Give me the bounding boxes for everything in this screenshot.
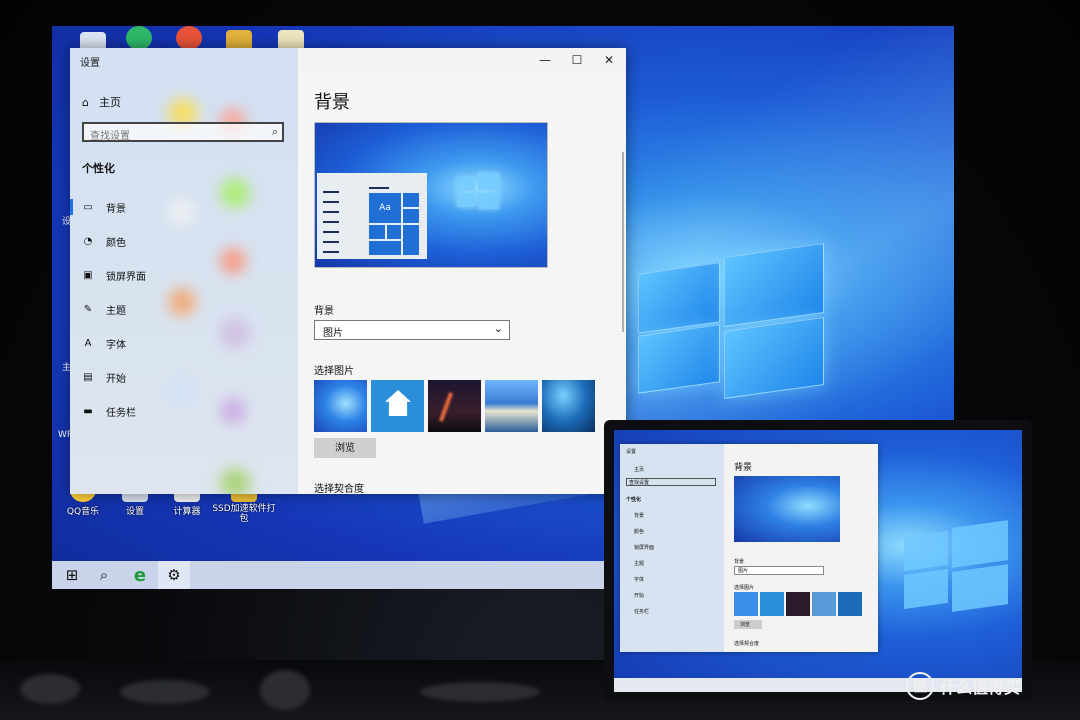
windows-logo-wallpaper (626, 226, 826, 400)
laptop-wallpaper-thumb[interactable] (838, 592, 862, 616)
window-title: 设置 (80, 58, 100, 69)
laptop-nav-item[interactable]: 锁屏界面 (634, 544, 654, 551)
sidebar-item-lock-screen[interactable]: ▣ 锁屏界面 (82, 266, 146, 284)
laptop-background-preview (734, 476, 840, 542)
background-label: 背景 (314, 306, 334, 317)
chevron-down-icon: ⌄ (493, 322, 503, 335)
watermark-logo-icon: 值 (906, 672, 934, 700)
laptop-wallpaper-thumb[interactable] (812, 592, 836, 616)
start-button[interactable]: ⊞ (56, 561, 88, 589)
sidebar-item-label: 开始 (106, 373, 126, 385)
laptop-wallpaper-thumb[interactable] (760, 592, 784, 616)
taskbar-icon: ▬ (83, 405, 93, 417)
page-title: 背景 (314, 92, 350, 113)
watermark: 值 什么值得买 (906, 672, 1020, 700)
scrollbar[interactable] (622, 152, 624, 332)
choose-picture-label: 选择图片 (314, 366, 354, 377)
laptop-wallpaper-thumb[interactable] (786, 592, 810, 616)
laptop-section-label: 个性化 (626, 497, 642, 503)
background-dropdown-value: 图片 (323, 328, 343, 339)
laptop-window-title: 设置 (626, 449, 637, 455)
close-button[interactable]: ✕ (594, 48, 624, 72)
laptop-page-title: 背景 (734, 463, 753, 473)
laptop-nav-item[interactable]: 颜色 (634, 528, 644, 535)
sidebar-item-label: 任务栏 (106, 407, 136, 419)
search-input[interactable] (84, 128, 266, 145)
internet-explorer-icon: e (133, 564, 147, 586)
home-icon: ⌂ (82, 95, 89, 109)
nav-home[interactable]: ⌂ 主页 (82, 94, 121, 110)
desktop-icon-label: QQ音乐 (66, 507, 100, 517)
laptop-nav-item[interactable]: 主题 (634, 560, 644, 567)
start-icon: ▤ (83, 371, 93, 383)
sidebar-item-themes[interactable]: ✎ 主题 (82, 300, 126, 318)
minimize-button[interactable]: — (530, 48, 560, 72)
theme-icon: ✎ (83, 303, 93, 315)
gear-icon: ⚙ (167, 566, 181, 584)
sidebar-item-label: 锁屏界面 (106, 271, 146, 283)
laptop-wallpaper-thumb[interactable] (734, 592, 758, 616)
watermark-text: 什么值得买 (940, 678, 1021, 697)
preview-tile-text: Aa (379, 203, 391, 213)
lock-screen-icon: ▣ (83, 269, 93, 281)
laptop-home-label: 主页 (634, 467, 645, 473)
sidebar-item-background[interactable]: ▭ 背景 (70, 198, 126, 216)
sidebar-item-taskbar[interactable]: ▬ 任务栏 (82, 402, 136, 420)
windows-icon: ⊞ (65, 566, 79, 584)
desktop-icon-label: 计算器 (173, 507, 201, 517)
laptop-fit-label: 选择契合度 (734, 641, 760, 647)
sidebar-item-colors[interactable]: ◔ 颜色 (82, 232, 126, 250)
windows-logo-laptop (894, 510, 1014, 620)
wallpaper-thumb-2[interactable] (371, 380, 424, 432)
sidebar-item-fonts[interactable]: A 字体 (82, 334, 126, 352)
search-settings[interactable]: ⌕ (82, 122, 284, 145)
desktop-icon-label: SSD加速软件打包 (212, 504, 276, 524)
search-icon: ⌕ (99, 566, 109, 584)
font-icon: A (84, 337, 92, 349)
background-preview: Aa (314, 122, 548, 268)
settings-main: — ☐ ✕ 背景 Aa 背景 图片 ⌄ 选择图片 浏览 选择契合度 (298, 53, 626, 494)
laptop-choose-picture-label: 选择图片 (734, 585, 755, 591)
ie-button[interactable]: e (124, 561, 156, 589)
wallpaper-thumb-4[interactable] (485, 380, 538, 432)
sidebar-item-label: 主题 (106, 305, 126, 317)
laptop-nav-item[interactable]: 开始 (634, 592, 644, 599)
preview-window: Aa (317, 173, 427, 259)
wallpaper-thumb-5[interactable] (542, 380, 595, 432)
laptop-browse-label: 浏览 (740, 622, 751, 628)
wallpaper-thumb-1[interactable] (314, 380, 367, 432)
laptop-settings-window: 设置 主页 查找设置 个性化 背景 颜色 锁屏界面 主题 字体 开始 任务栏 背… (620, 444, 878, 652)
laptop-background-value: 图片 (738, 568, 749, 574)
sidebar-item-start[interactable]: ▤ 开始 (82, 368, 126, 386)
picture-thumbnails (314, 380, 596, 432)
settings-window: 设置 ⌂ 主页 ⌕ 个性化 ▭ 背景 ◔ 颜色 ▣ 锁屏界面 ✎ 主题 A 字体… (70, 48, 626, 494)
search-button[interactable]: ⌕ (88, 561, 120, 589)
wallpaper-thumb-3[interactable] (428, 380, 481, 432)
laptop-screen: 设置 主页 查找设置 个性化 背景 颜色 锁屏界面 主题 字体 开始 任务栏 背… (614, 430, 1022, 692)
settings-button[interactable]: ⚙ (158, 561, 190, 589)
browse-button[interactable]: 浏览 (314, 438, 376, 458)
picture-icon: ▭ (83, 201, 93, 213)
laptop-background-label: 背景 (734, 559, 745, 565)
fit-label: 选择契合度 (314, 484, 364, 494)
desktop-icon-label: 设置 (125, 507, 144, 517)
search-icon[interactable]: ⌕ (272, 125, 278, 139)
background-dropdown[interactable]: 图片 ⌄ (314, 320, 510, 340)
sidebar-item-label: 背景 (106, 203, 126, 215)
maximize-button[interactable]: ☐ (562, 48, 592, 72)
preview-tile: Aa (369, 193, 401, 223)
section-label-personalization: 个性化 (82, 162, 115, 175)
laptop-nav-item[interactable]: 任务栏 (634, 608, 649, 615)
windows-logo-preview (457, 173, 499, 209)
nav-home-label: 主页 (98, 96, 121, 109)
laptop-search-placeholder: 查找设置 (629, 480, 650, 486)
laptop-nav-item[interactable]: 背景 (634, 512, 644, 519)
laptop: 设置 主页 查找设置 个性化 背景 颜色 锁屏界面 主题 字体 开始 任务栏 背… (604, 420, 1032, 700)
sidebar-item-label: 字体 (106, 339, 126, 351)
laptop-nav-item[interactable]: 字体 (634, 576, 644, 583)
palette-icon: ◔ (83, 235, 93, 247)
sidebar-item-label: 颜色 (106, 237, 126, 249)
